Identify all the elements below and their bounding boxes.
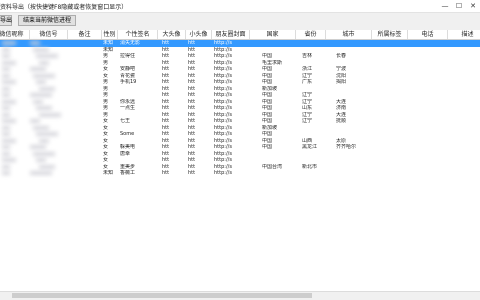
redacted-nickname: [2, 112, 10, 117]
redacted-wechat-id: [36, 80, 46, 84]
column-header[interactable]: 所属标签: [372, 30, 408, 39]
redacted-wechat-id: [30, 93, 52, 97]
redacted-wechat-id: [39, 138, 49, 143]
redacted-wechat-id: [36, 54, 58, 58]
column-header[interactable]: 朋友圈封面: [212, 30, 250, 39]
redacted-nickname: [2, 80, 16, 84]
redacted-wechat-id: [39, 86, 55, 91]
column-header[interactable]: 小头像: [186, 30, 212, 39]
horizontal-scrollbar[interactable]: [0, 291, 480, 300]
redacted-nickname: [2, 164, 10, 169]
redacted-nickname: [2, 138, 16, 143]
column-header[interactable]: 描述: [448, 30, 480, 39]
column-header[interactable]: 城市: [326, 30, 372, 39]
redacted-nickname: [2, 93, 10, 97]
redacted-nickname: [2, 60, 16, 65]
table-header: 微信昵称 微信号 备注 性别 个性签名 大头像 小头像 朋友圈封面 国家 省份 城市 所属标签 电话 描述: [0, 30, 480, 40]
toolbar: 导出 结束当前微信进程: [0, 13, 480, 29]
cell-cover: http://s: [214, 170, 232, 176]
redacted-wechat-id: [30, 119, 40, 123]
redacted-nickname: [2, 86, 10, 91]
redacted-nickname: [2, 67, 10, 71]
redacted-nickname: [2, 54, 10, 58]
scrollbar-thumb[interactable]: [12, 293, 312, 298]
column-header[interactable]: 电话: [408, 30, 448, 39]
column-header[interactable]: 个性签名: [118, 30, 158, 39]
contacts-table[interactable]: 微信昵称 微信号 备注 性别 个性签名 大头像 小头像 朋友圈封面 国家 省份 城市 所属标签 电话 描述…: [0, 30, 480, 300]
redacted-wechat-id: [36, 132, 58, 136]
cell-sig: 香薇工: [120, 170, 136, 176]
end-wechat-process-button[interactable]: 结束当前微信进程: [18, 15, 76, 26]
redacted-wechat-id: [36, 158, 46, 162]
redacted-wechat-id: [39, 164, 55, 169]
redacted-wechat-id: [33, 99, 43, 104]
redacted-nickname: [2, 171, 10, 175]
redacted-nickname: [2, 151, 10, 156]
window-controls: — ☐ ✕: [438, 0, 480, 12]
redacted-wechat-id: [39, 60, 49, 65]
redacted-nickname: [2, 132, 10, 136]
redacted-wechat-id: [33, 73, 55, 78]
redacted-nickname: [2, 41, 16, 45]
redacted-wechat-id: [33, 151, 55, 156]
redacted-nickname: [2, 125, 10, 130]
close-button[interactable]: ✕: [466, 0, 480, 12]
window-title: 资料导出（按快捷键F8隐藏或者恢复窗口显示）: [0, 4, 128, 11]
redacted-nickname: [2, 73, 10, 78]
table-row[interactable]: 未知 香薇工 htt htt http://s: [0, 170, 480, 177]
column-header[interactable]: 省份: [296, 30, 326, 39]
column-header[interactable]: 国家: [250, 30, 296, 39]
column-header[interactable]: 性别: [102, 30, 118, 39]
column-header[interactable]: 微信昵称: [0, 30, 30, 39]
redacted-wechat-id: [33, 47, 49, 52]
redacted-wechat-id: [39, 112, 61, 117]
redacted-nickname: [2, 99, 16, 104]
redacted-wechat-id: [33, 125, 49, 130]
cell-gender: 未知: [103, 170, 114, 176]
redacted-wechat-id: [36, 106, 52, 110]
column-header[interactable]: 大头像: [158, 30, 186, 39]
maximize-button[interactable]: ☐: [452, 0, 466, 12]
redacted-wechat-id: [30, 41, 40, 45]
export-button[interactable]: 导出: [0, 15, 12, 26]
redacted-wechat-id: [30, 145, 46, 149]
cell-big: htt: [162, 170, 170, 176]
redacted-nickname: [2, 145, 10, 149]
minimize-button[interactable]: —: [438, 0, 452, 12]
title-bar: 资料导出（按快捷键F8隐藏或者恢复窗口显示） — ☐ ✕: [0, 0, 480, 13]
redacted-nickname: [2, 47, 10, 52]
redacted-wechat-id: [30, 67, 46, 71]
cell-small: htt: [188, 170, 196, 176]
redacted-nickname: [2, 106, 10, 110]
redacted-wechat-id: [30, 171, 52, 175]
redacted-nickname: [2, 119, 16, 123]
column-header[interactable]: 微信号: [30, 30, 68, 39]
column-header[interactable]: 备注: [68, 30, 102, 39]
redacted-nickname: [2, 158, 16, 162]
